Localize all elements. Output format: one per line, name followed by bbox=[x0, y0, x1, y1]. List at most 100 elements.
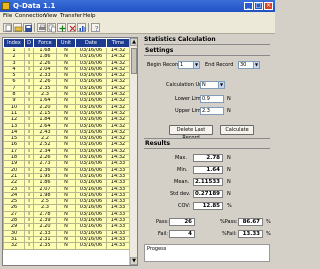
max-label: Max. bbox=[175, 155, 187, 161]
table-cell: 03/16/06 bbox=[75, 160, 107, 168]
table-cell: N bbox=[56, 242, 76, 250]
maximize-button[interactable]: □ bbox=[254, 2, 263, 10]
chevron-down-icon: ▼ bbox=[193, 62, 199, 68]
column-header-date[interactable]: Date bbox=[75, 38, 107, 48]
fail-percent-label: %Fail: bbox=[222, 231, 237, 237]
menu-connection[interactable]: Connection bbox=[15, 13, 46, 20]
table-cell: T bbox=[24, 242, 34, 250]
divider bbox=[144, 148, 270, 149]
table-cell: 03/16/06 bbox=[75, 147, 107, 156]
column-header-force[interactable]: Force bbox=[33, 38, 57, 48]
table-cell: 03/16/06 bbox=[75, 191, 107, 200]
upper-limit-field[interactable]: 2.3 bbox=[200, 107, 224, 115]
statistics-title: Statistics Calculation bbox=[144, 36, 216, 43]
table-cell: 03/16/06 bbox=[75, 179, 107, 187]
pass-value: 26 bbox=[169, 218, 195, 226]
delete-icon[interactable] bbox=[67, 23, 76, 32]
svg-text:?: ? bbox=[95, 26, 98, 33]
mean-unit: N bbox=[227, 179, 231, 185]
fail-percent-value: 13.33 bbox=[238, 230, 263, 238]
table-cell: 03/16/06 bbox=[75, 154, 107, 162]
mean-value: 2.11533 bbox=[193, 178, 223, 186]
statistics-panel: Statistics Calculation Settings Begin Re… bbox=[141, 34, 273, 266]
table-cell: 03/16/06 bbox=[75, 97, 107, 105]
pass-percent-value: 86.67 bbox=[238, 218, 263, 226]
scroll-up-button[interactable]: ▲ bbox=[130, 38, 137, 46]
window-title: Q-Data 1.1 bbox=[13, 2, 56, 10]
scroll-down-button[interactable]: ▼ bbox=[130, 257, 137, 265]
toolbar-separator bbox=[88, 23, 89, 32]
table-cell: 03/16/06 bbox=[75, 109, 107, 118]
table-cell: 03/16/06 bbox=[75, 53, 107, 61]
menu-transfer[interactable]: Transfer bbox=[60, 13, 82, 20]
add-icon[interactable] bbox=[57, 23, 66, 32]
table-cell: 03/16/06 bbox=[75, 128, 107, 137]
menu-file[interactable]: File bbox=[3, 13, 12, 20]
print-icon[interactable] bbox=[37, 23, 46, 32]
divider bbox=[144, 44, 270, 45]
settings-title: Settings bbox=[145, 47, 174, 54]
progress-label: Progess bbox=[147, 246, 167, 252]
table-cell: 03/16/06 bbox=[75, 46, 107, 55]
begin-record-select[interactable]: 1 ▼ bbox=[178, 61, 200, 69]
table-cell: 03/16/06 bbox=[75, 216, 107, 225]
grid-scrollbar[interactable]: ▲ ▼ bbox=[129, 38, 137, 265]
table-cell: 32 bbox=[3, 242, 25, 250]
divider bbox=[144, 138, 270, 139]
calculate-button[interactable]: Calculate bbox=[220, 125, 254, 135]
progress-panel: Progess bbox=[144, 244, 270, 262]
column-header-unit[interactable]: Unit bbox=[56, 38, 76, 48]
calculation-unit-select[interactable]: N ▼ bbox=[200, 81, 225, 89]
save-icon[interactable] bbox=[23, 23, 32, 32]
mean-label: Mean. bbox=[174, 179, 190, 185]
delete-last-record-button[interactable]: Delete Last Record bbox=[169, 125, 213, 141]
max-unit: N bbox=[227, 155, 231, 161]
lower-limit-field[interactable]: 0.9 bbox=[200, 95, 224, 103]
app-icon bbox=[2, 2, 10, 10]
copy-icon[interactable] bbox=[47, 23, 56, 33]
table-cell: 03/16/06 bbox=[75, 84, 107, 93]
cov-unit: % bbox=[227, 203, 232, 209]
table-cell: 03/16/06 bbox=[75, 103, 107, 111]
menu-help[interactable]: Help bbox=[83, 13, 96, 20]
new-icon[interactable] bbox=[3, 23, 12, 32]
std-dev-unit: N bbox=[227, 191, 231, 197]
table-cell: 03/16/06 bbox=[75, 185, 107, 193]
minimize-button[interactable]: _ bbox=[244, 2, 253, 10]
chart-icon[interactable] bbox=[77, 23, 86, 32]
column-header-index[interactable]: Index bbox=[3, 38, 25, 48]
end-record-select[interactable]: 30 ▼ bbox=[238, 61, 260, 69]
table-cell: 03/16/06 bbox=[75, 116, 107, 124]
results-title: Results bbox=[145, 140, 171, 147]
std-dev-label: Std dev. bbox=[170, 191, 191, 197]
calculation-unit-value: N bbox=[202, 82, 206, 88]
fail-percent-unit: % bbox=[266, 231, 271, 237]
table-cell: 03/16/06 bbox=[75, 72, 107, 80]
column-header-d[interactable]: D bbox=[24, 38, 34, 48]
table-header-row: Index D Force Unit Date Time bbox=[3, 38, 130, 48]
table-cell: 03/16/06 bbox=[75, 78, 107, 86]
title-bar: Q-Data 1.1 _ □ × bbox=[0, 0, 275, 12]
toolbar: ? bbox=[0, 21, 275, 34]
column-header-time[interactable]: Time bbox=[106, 38, 130, 48]
upper-limit-unit: N bbox=[227, 108, 231, 114]
min-value: 1.64 bbox=[193, 166, 223, 174]
data-grid[interactable]: Index D Force Unit Date Time 1 T 1.68 N 03/1… bbox=[2, 37, 138, 266]
min-label: Min. bbox=[177, 167, 188, 173]
menu-view[interactable]: View bbox=[44, 13, 57, 20]
pass-label: Pass: bbox=[156, 219, 169, 225]
scroll-thumb[interactable] bbox=[131, 48, 137, 74]
table-cell: 03/16/06 bbox=[75, 172, 107, 181]
open-icon[interactable] bbox=[13, 23, 23, 32]
cov-label: COV: bbox=[178, 203, 191, 209]
chevron-down-icon: ▼ bbox=[218, 82, 224, 88]
table-cell: 03/16/06 bbox=[75, 223, 107, 231]
table-cell: 03/16/06 bbox=[75, 204, 107, 212]
close-button[interactable]: × bbox=[264, 2, 273, 10]
table-row[interactable]: 32 T 2.35 N 03/16/06 14:33 bbox=[3, 242, 130, 250]
table-cell: 03/16/06 bbox=[75, 65, 107, 74]
divider bbox=[144, 55, 270, 56]
table-cell: 03/16/06 bbox=[75, 122, 107, 130]
cov-value: 12.85 bbox=[193, 202, 223, 210]
info-icon[interactable]: ? bbox=[91, 23, 100, 33]
